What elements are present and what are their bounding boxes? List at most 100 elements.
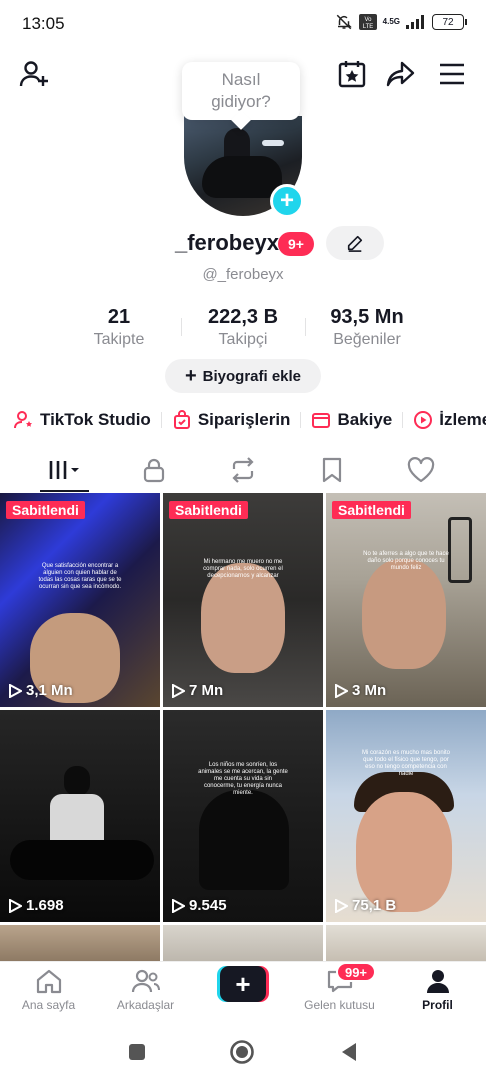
tab-videos[interactable]: [16, 448, 113, 492]
play-outline-icon: [9, 898, 22, 913]
tab-reposts[interactable]: [194, 448, 291, 492]
lock-icon: [143, 458, 164, 483]
video-thumbnail[interactable]: Mi corazón es mucho mas bonito que todo …: [326, 710, 486, 922]
shortcut-label: İzleme: [439, 410, 486, 429]
view-count: 1.698: [8, 897, 64, 914]
play-outline-icon: [335, 683, 348, 698]
video-thumbnail[interactable]: Que satisfacción encontrar a alguien con…: [0, 493, 160, 707]
status-bar: 13:05 Vo LTE 4.5G 72: [0, 0, 486, 48]
system-navigation: [0, 1023, 486, 1080]
signal-icon: [406, 15, 426, 29]
thumb-face: [362, 559, 446, 669]
avatar-motorcycle: [202, 156, 282, 198]
bubble-line-1: Nasıl: [221, 70, 261, 89]
tab-private[interactable]: [105, 448, 202, 492]
notification-badge[interactable]: 9+: [278, 232, 314, 256]
pencil-icon: [347, 235, 363, 252]
shortcut-label: Siparişlerin: [197, 410, 291, 429]
menu-icon[interactable]: [436, 58, 468, 90]
nav-label: Ana sayfa: [21, 998, 76, 1012]
shortcut-divider: [160, 412, 162, 428]
shortcut-orders[interactable]: Siparişlerin: [172, 410, 291, 430]
video-thumbnail[interactable]: 1.698: [0, 710, 160, 922]
view-count-value: 9.545: [189, 897, 227, 914]
nav-friends[interactable]: Arkadaşlar: [97, 968, 194, 1012]
nav-profile[interactable]: Profil: [389, 968, 486, 1012]
create-plus-icon: +: [220, 966, 266, 1002]
shortcut-divider: [300, 412, 302, 428]
view-count: 3,1 Mn: [8, 682, 73, 699]
username-row: _ferobeyx 9+: [0, 226, 486, 262]
tab-favorites[interactable]: [283, 448, 380, 492]
shortcut-balance[interactable]: Bakiye: [311, 410, 392, 430]
following-label: Takipte: [93, 331, 145, 348]
stat-following[interactable]: 21 Takipte: [78, 306, 160, 349]
view-count-value: 3,1 Mn: [26, 682, 73, 699]
video-caption: Mi corazón es mucho mas bonito que todo …: [361, 750, 451, 777]
back-button[interactable]: [336, 1039, 362, 1065]
shopping-bag-icon: [173, 410, 190, 429]
view-count: 75,1 B: [334, 897, 396, 914]
stat-divider: [181, 318, 182, 336]
share-icon[interactable]: [385, 58, 417, 90]
video-thumbnail[interactable]: Mi hermano me muero no me comprar nada, …: [163, 493, 323, 707]
video-thumbnail[interactable]: [326, 925, 486, 961]
status-icons: Vo LTE 4.5G 72: [335, 13, 467, 31]
followers-label: Takipçi: [218, 331, 268, 348]
stat-likes[interactable]: 93,5 Mn Beğeniler: [316, 306, 418, 349]
video-thumbnail[interactable]: [0, 925, 160, 961]
network-type: 4.5G: [382, 17, 400, 26]
pinned-badge: Sabitlendi: [6, 501, 85, 519]
add-friend-icon[interactable]: [18, 58, 50, 90]
thumb-lantern: [448, 517, 472, 583]
create-button[interactable]: +: [217, 966, 269, 1002]
likes-count: 93,5 Mn: [330, 306, 404, 328]
tab-liked[interactable]: [372, 448, 469, 492]
video-caption: Que satisfacción encontrar a alguien con…: [38, 563, 122, 590]
video-thumbnail[interactable]: No te aferres a algo que te hace daño so…: [326, 493, 486, 707]
nav-home[interactable]: Ana sayfa: [0, 968, 97, 1012]
mute-icon: [335, 13, 353, 31]
following-count: 21: [107, 306, 131, 328]
active-tab-indicator: [40, 490, 89, 492]
thumb-face: [356, 792, 452, 912]
shortcut-divider: [402, 412, 404, 428]
studio-person-icon: [14, 411, 32, 429]
volte-icon: Vo LTE: [358, 14, 377, 30]
calendar-star-icon[interactable]: [336, 58, 368, 90]
status-bubble[interactable]: Nasıl gidiyor?: [182, 62, 300, 120]
home-button[interactable]: [229, 1039, 255, 1065]
stat-followers[interactable]: 222,3 B Takipçi: [192, 306, 294, 349]
status-time: 13:05: [22, 14, 65, 33]
videos-grid-icon: [49, 461, 79, 479]
add-bio-label: Biyografi ekle: [202, 367, 302, 385]
play-circle-icon: [414, 411, 433, 429]
inbox-badge: 99+: [336, 962, 376, 982]
shortcut-tiktok-studio[interactable]: TikTok Studio: [14, 410, 151, 430]
home-icon: [36, 969, 61, 994]
bookmark-icon: [322, 457, 341, 483]
battery-level: 72: [442, 16, 454, 28]
pinned-badge: Sabitlendi: [332, 501, 411, 519]
recent-apps-button[interactable]: [124, 1039, 150, 1065]
play-outline-icon: [9, 683, 22, 698]
repost-icon: [231, 457, 254, 483]
profile-icon: [426, 970, 449, 993]
view-count: 9.545: [171, 897, 227, 914]
friends-icon: [131, 969, 160, 993]
view-count: 7 Mn: [171, 682, 223, 699]
edit-profile-button[interactable]: [326, 226, 384, 260]
plus-icon: +: [184, 364, 197, 387]
likes-label: Beğeniler: [333, 331, 401, 348]
username: _ferobeyx: [175, 230, 279, 255]
shortcut-label: TikTok Studio: [40, 410, 151, 429]
add-bio-button[interactable]: + Biyografi ekle: [165, 359, 321, 393]
add-story-button[interactable]: +: [270, 184, 304, 218]
profile-stats: 21 Takipte 222,3 B Takipçi 93,5 Mn Beğen…: [0, 306, 486, 350]
nav-label: Profil: [422, 998, 453, 1012]
video-thumbnail[interactable]: [163, 925, 323, 961]
shortcut-label: Bakiye: [337, 410, 393, 429]
shortcut-watch[interactable]: İzleme: [413, 410, 486, 430]
video-thumbnail[interactable]: Los niños me sonríen, los animales se me…: [163, 710, 323, 922]
pinned-badge: Sabitlendi: [169, 501, 248, 519]
